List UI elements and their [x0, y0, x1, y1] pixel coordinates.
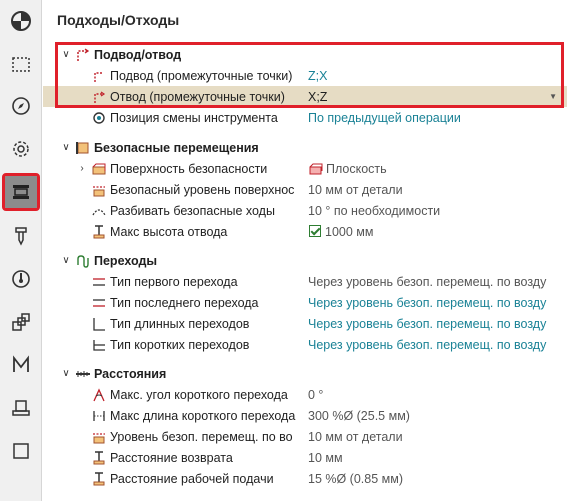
long-link-icon: [91, 316, 107, 332]
safe-section-icon: [75, 140, 91, 156]
selection-icon[interactable]: [5, 48, 37, 80]
property-label: Макс длина короткого перехода: [110, 408, 296, 423]
section-label: Безопасные перемещения: [94, 140, 259, 155]
max-retract-icon: [91, 224, 107, 240]
stock-icon[interactable]: [5, 392, 37, 424]
property-value[interactable]: По предыдущей операции: [308, 111, 461, 125]
section-label: Расстояния: [94, 366, 167, 381]
property-row[interactable]: Разбивать безопасные ходы 10 ° по необхо…: [43, 200, 567, 221]
compass-icon[interactable]: [5, 90, 37, 122]
property-row[interactable]: Макс длина короткого перехода 300 %Ø (25…: [43, 405, 567, 426]
properties-panel: Подходы/Отходы ∨ Подвод/отвод Подвод (пр…: [43, 0, 567, 501]
property-value-dropdown[interactable]: X;Z: [308, 90, 327, 104]
property-row[interactable]: Макс высота отвода 1000 мм: [43, 221, 567, 242]
approach-section-icon: [75, 47, 91, 63]
short-link-icon: [91, 337, 107, 353]
approach-icon: [91, 68, 107, 84]
safe-level-icon: [91, 182, 107, 198]
view-icon[interactable]: [5, 5, 37, 37]
max-retract-checkbox[interactable]: [309, 225, 321, 237]
angle-icon: [91, 387, 107, 403]
property-label: Разбивать безопасные ходы: [110, 203, 275, 218]
property-label: Расстояние возврата: [110, 450, 233, 465]
property-label: Позиция смены инструмента: [110, 110, 278, 125]
section-label: Переходы: [94, 253, 158, 268]
chevron-down-icon[interactable]: ∨: [61, 368, 71, 379]
property-row[interactable]: Безопасный уровень поверхнос 10 мм от де…: [43, 179, 567, 200]
last-link-icon: [91, 295, 107, 311]
property-value[interactable]: Через уровень безоп. перемещ. по возду: [308, 317, 563, 331]
property-label: Расстояние рабочей подачи: [110, 471, 274, 486]
safety-surface-icon: [91, 161, 107, 177]
section-safe-header[interactable]: ∨ Безопасные перемещения: [43, 137, 567, 158]
property-value[interactable]: 300 %Ø (25.5 мм): [308, 409, 410, 423]
property-value[interactable]: 15 %Ø (0.85 мм): [308, 472, 403, 486]
property-value[interactable]: Через уровень безоп. перемещ. по возду: [308, 275, 563, 289]
property-row[interactable]: Тип первого перехода Через уровень безоп…: [43, 271, 567, 292]
page-title: Подходы/Отходы: [57, 12, 180, 28]
macro-icon[interactable]: [5, 349, 37, 381]
property-row[interactable]: Тип длинных переходов Через уровень безо…: [43, 313, 567, 334]
chevron-right-icon[interactable]: ›: [77, 163, 87, 174]
feed-icon[interactable]: [5, 263, 37, 295]
length-icon: [91, 408, 107, 424]
property-label: Тип первого перехода: [110, 274, 238, 289]
return-distance-icon: [91, 450, 107, 466]
plane-icon: [308, 161, 324, 177]
property-value[interactable]: 10 мм от детали: [308, 430, 403, 444]
property-label: Тип длинных переходов: [110, 316, 250, 331]
first-link-icon: [91, 274, 107, 290]
property-label: Подвод (промежуточные точки): [110, 68, 293, 83]
leads-links-icon[interactable]: [2, 173, 40, 211]
property-row[interactable]: Тип последнего перехода Через уровень бе…: [43, 292, 567, 313]
property-value[interactable]: Через уровень безоп. перемещ. по возду: [308, 296, 563, 310]
chevron-down-icon[interactable]: ∨: [61, 49, 71, 60]
settings-icon[interactable]: [5, 133, 37, 165]
property-row[interactable]: Расстояние рабочей подачи 15 %Ø (0.85 мм…: [43, 468, 567, 489]
chevron-down-icon[interactable]: ∨: [61, 255, 71, 266]
property-label: Макс. угол короткого перехода: [110, 387, 288, 402]
chevron-down-icon[interactable]: ∨: [61, 142, 71, 153]
property-value[interactable]: Через уровень безоп. перемещ. по возду: [308, 338, 563, 352]
property-value[interactable]: 10 ° по необходимости: [308, 204, 440, 218]
property-row[interactable]: Тип коротких переходов Через уровень без…: [43, 334, 567, 355]
property-value[interactable]: 10 мм от детали: [308, 183, 403, 197]
section-links-header[interactable]: ∨ Переходы: [43, 250, 567, 271]
property-row[interactable]: Подвод (промежуточные точки) Z;X: [43, 65, 567, 86]
property-value[interactable]: 10 мм: [308, 451, 343, 465]
distances-section-icon: [75, 366, 91, 382]
blank-icon[interactable]: [5, 435, 37, 467]
property-row[interactable]: Уровень безоп. перемещ. по во 10 мм от д…: [43, 426, 567, 447]
tool-icon[interactable]: [5, 220, 37, 252]
split-moves-icon: [91, 203, 107, 219]
property-label: Макс высота отвода: [110, 224, 228, 239]
section-distances-header[interactable]: ∨ Расстояния: [43, 363, 567, 384]
property-label: Поверхность безопасности: [110, 161, 268, 176]
property-label: Тип последнего перехода: [110, 295, 259, 310]
retract-icon: [91, 89, 107, 105]
property-row[interactable]: Макс. угол короткого перехода 0 °: [43, 384, 567, 405]
tool-change-icon: [91, 110, 107, 126]
property-value[interactable]: Z;X: [308, 69, 327, 83]
property-label: Тип коротких переходов: [110, 337, 250, 352]
section-approach-header[interactable]: ∨ Подвод/отвод: [43, 44, 567, 65]
property-row-selected[interactable]: Отвод (промежуточные точки) X;Z ▼: [43, 86, 567, 107]
feed-distance-icon: [91, 471, 107, 487]
safe-move-level-icon: [91, 429, 107, 445]
property-row[interactable]: Расстояние возврата 10 мм: [43, 447, 567, 468]
blocks-icon[interactable]: [5, 306, 37, 338]
property-value[interactable]: 0 °: [308, 388, 323, 402]
property-value[interactable]: 1000 мм: [325, 225, 373, 239]
left-toolbar: [0, 0, 42, 501]
property-value[interactable]: Плоскость: [326, 162, 387, 176]
property-row[interactable]: › Поверхность безопасности Плоскость: [43, 158, 567, 179]
property-label: Уровень безоп. перемещ. по во: [110, 429, 293, 444]
links-section-icon: [75, 253, 91, 269]
property-label: Отвод (промежуточные точки): [110, 89, 285, 104]
dropdown-arrow-icon[interactable]: ▼: [549, 92, 557, 101]
section-label: Подвод/отвод: [94, 47, 182, 62]
property-row[interactable]: Позиция смены инструмента По предыдущей …: [43, 107, 567, 128]
property-label: Безопасный уровень поверхнос: [110, 182, 295, 197]
